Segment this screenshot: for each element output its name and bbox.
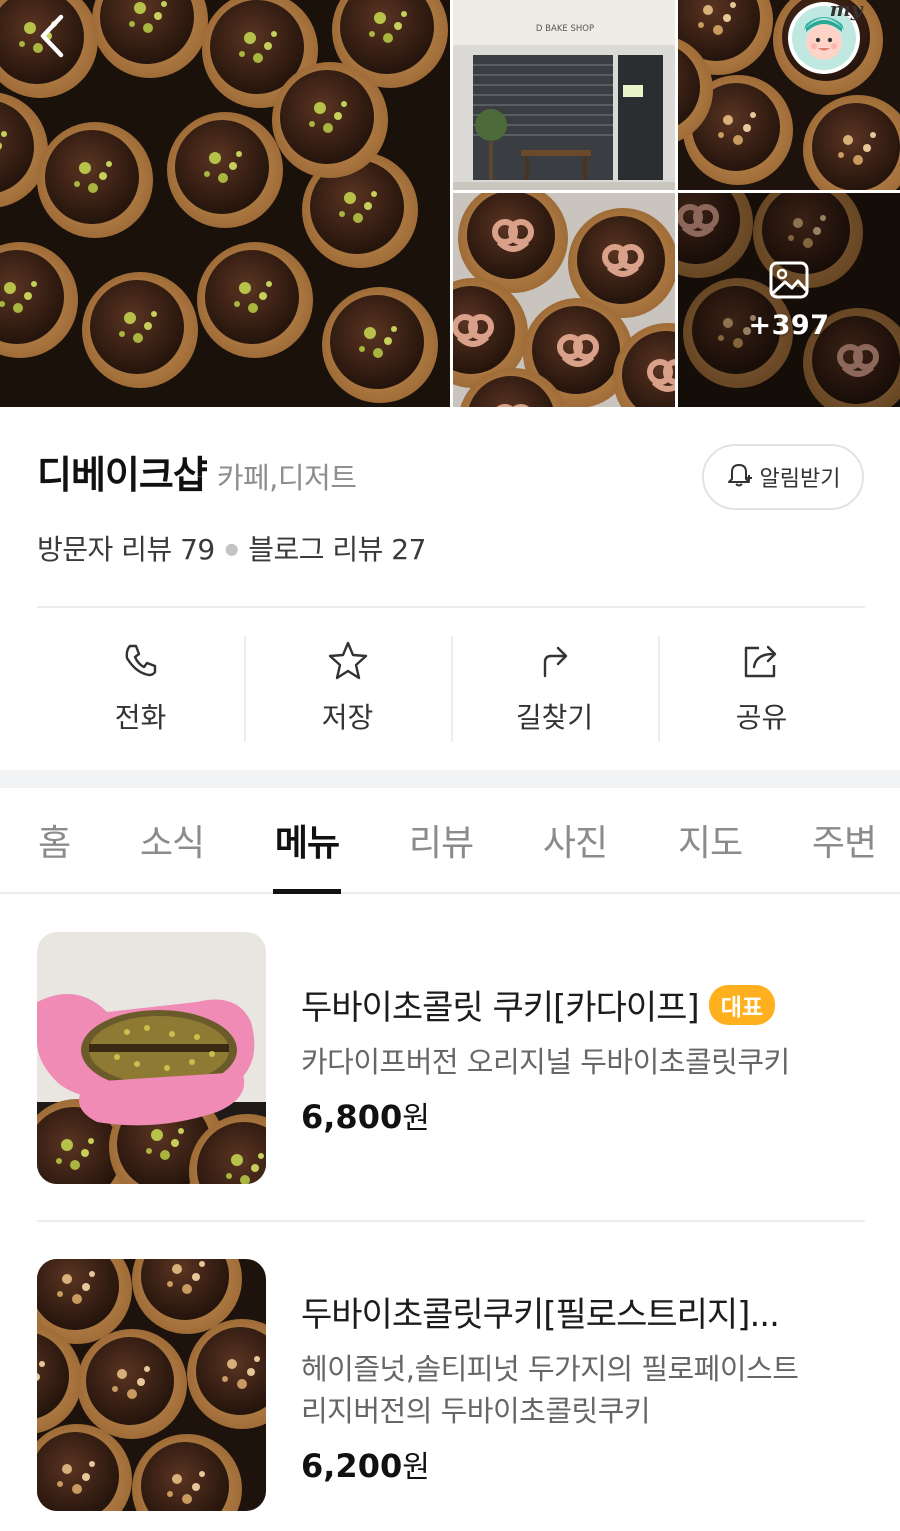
separator-dot: ● — [224, 538, 239, 558]
blog-review-link[interactable]: 블로그 리뷰 27 — [248, 528, 426, 568]
tab-map[interactable]: 지도 — [676, 788, 744, 892]
place-header: 디베이크샵 카페,디저트 알림받기 — [37, 444, 865, 510]
tab-news[interactable]: 소식 — [138, 788, 206, 892]
my-badge-text: my — [830, 0, 864, 21]
menu-item-image[interactable] — [37, 932, 266, 1184]
menu-item-text: 두바이초콜릿쿠키[필로스트리지]... 헤이즐넛,솔티피넛 두가지의 필로페이스… — [301, 1287, 799, 1486]
storefront-sign: D BAKE SHOP — [536, 24, 594, 34]
menu-item-description: 헤이즐넛,솔티피넛 두가지의 필로페이스트 리지버전의 두바이초콜릿쿠키 — [301, 1348, 799, 1432]
menu-item[interactable]: 두바이초콜릿쿠키[필로스트리지]... 헤이즐넛,솔티피넛 두가지의 필로페이스… — [37, 1259, 865, 1511]
star-icon — [327, 640, 369, 684]
tab-home[interactable]: 홈 — [37, 788, 71, 892]
tab-menu[interactable]: 메뉴 — [273, 788, 341, 894]
menu-item-description: 카다이프버전 오리지널 두바이초콜릿쿠키 — [301, 1045, 790, 1079]
cookie-pretzel-photo[interactable] — [453, 193, 675, 407]
tab-nearby[interactable]: 주변 — [810, 788, 878, 892]
directions-button[interactable]: 길찾기 — [451, 608, 658, 768]
menu-item-text: 두바이초콜릿 쿠키[카다이프] 대표 카다이프버전 오리지널 두바이초콜릿쿠키 … — [301, 980, 790, 1137]
directions-label: 길찾기 — [515, 701, 594, 734]
place-category: 카페,디저트 — [216, 461, 357, 495]
phone-icon — [121, 640, 161, 684]
directions-icon — [535, 640, 575, 684]
place-name: 디베이크샵 — [37, 453, 208, 497]
tab-bar: 홈 소식 메뉴 리뷰 사진 지도 주변 — [0, 788, 900, 894]
more-photos-overlay[interactable]: +397 — [678, 193, 900, 407]
menu-item-description-line: 헤이즐넛,솔티피넛 두가지의 필로페이스트 — [301, 1352, 799, 1386]
menu-item-price: 6,800원 — [301, 1098, 430, 1137]
chevron-left-icon — [35, 13, 69, 63]
save-label: 저장 — [321, 701, 374, 734]
my-profile-button[interactable]: my — [784, 0, 864, 78]
menu-item-title-row: 두바이초콜릿쿠키[필로스트리지]... — [301, 1287, 798, 1336]
share-icon — [741, 640, 783, 684]
tab-reviews[interactable]: 리뷰 — [407, 788, 475, 892]
back-button[interactable] — [26, 12, 78, 64]
tab-photos[interactable]: 사진 — [541, 788, 609, 892]
share-label: 공유 — [735, 701, 788, 734]
photo-gallery[interactable]: D BAKE SHOP +397 my — [0, 0, 900, 407]
signature-badge: 대표 — [708, 984, 776, 1025]
divider — [37, 1220, 865, 1222]
menu-item-image[interactable] — [37, 1259, 266, 1511]
menu-item-description-line: 리지버전의 두바이초콜릿쿠키 — [301, 1394, 651, 1429]
menu-item[interactable]: 두바이초콜릿 쿠키[카다이프] 대표 카다이프버전 오리지널 두바이초콜릿쿠키 … — [37, 932, 865, 1184]
visitor-review-link[interactable]: 방문자 리뷰 79 — [37, 528, 215, 568]
section-gap — [0, 770, 900, 788]
review-summary: 방문자 리뷰 79 ● 블로그 리뷰 27 — [37, 528, 426, 568]
call-button[interactable]: 전화 — [37, 608, 244, 768]
save-button[interactable]: 저장 — [244, 608, 451, 768]
call-label: 전화 — [114, 701, 167, 734]
menu-item-title: 두바이초콜릿쿠키[필로스트리지]... — [301, 1295, 780, 1335]
action-bar: 전화 저장 길찾기 공유 — [37, 608, 865, 768]
menu-item-title-row: 두바이초콜릿 쿠키[카다이프] 대표 — [301, 980, 790, 1029]
bell-plus-icon — [726, 460, 754, 494]
share-button[interactable]: 공유 — [658, 608, 865, 768]
notification-label: 알림받기 — [759, 467, 841, 492]
menu-item-title: 두바이초콜릿 쿠키[카다이프] — [301, 988, 700, 1028]
notification-subscribe-button[interactable]: 알림받기 — [702, 444, 864, 510]
image-icon — [768, 260, 810, 304]
menu-item-price: 6,200원 — [301, 1447, 430, 1486]
more-photos-count: +397 — [748, 309, 830, 341]
storefront-photo[interactable]: D BAKE SHOP — [453, 0, 675, 190]
